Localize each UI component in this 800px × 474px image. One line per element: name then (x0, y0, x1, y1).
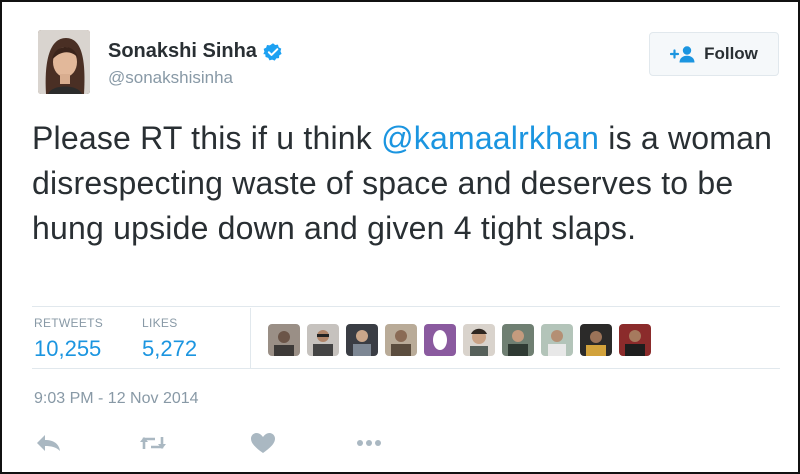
tweet-mention-link[interactable]: @kamaalrkhan (381, 120, 599, 156)
tweet-text: Please RT this if u think @kamaalrkhan i… (32, 116, 792, 251)
more-icon (357, 440, 381, 446)
liker-avatar[interactable] (385, 324, 417, 356)
likes-label: LIKES (142, 316, 178, 330)
liker-avatar[interactable] (307, 324, 339, 356)
tweet-text-start: Please RT this if u think (32, 120, 382, 156)
liker-avatar[interactable] (502, 324, 534, 356)
liker-avatar[interactable] (580, 324, 612, 356)
retweets-stat[interactable]: RETWEETS 10,255 (34, 316, 103, 362)
liker-avatar[interactable] (424, 324, 456, 356)
like-button[interactable] (248, 432, 278, 454)
follow-user-icon (670, 46, 695, 63)
user-display-name[interactable]: Sonakshi Sinha (108, 40, 257, 63)
liker-avatar[interactable] (541, 324, 573, 356)
liker-avatar[interactable] (619, 324, 651, 356)
user-avatar[interactable] (38, 30, 90, 94)
reply-button[interactable] (34, 432, 64, 454)
follow-button-label: Follow (704, 44, 758, 63)
tweet-card: Sonakshi Sinha @sonakshisinha Follow Ple… (0, 0, 800, 474)
like-icon (251, 433, 275, 453)
user-handle[interactable]: @sonakshisinha (108, 68, 233, 88)
retweets-label: RETWEETS (34, 316, 104, 330)
likes-stat[interactable]: LIKES 5,272 (142, 316, 197, 362)
likes-count[interactable]: 5,272 (142, 336, 197, 362)
liker-avatar[interactable] (463, 324, 495, 356)
reply-icon (37, 435, 60, 451)
tweet-timestamp[interactable]: 9:03 PM - 12 Nov 2014 (34, 390, 199, 408)
retweet-icon (140, 437, 166, 449)
liker-avatars (268, 324, 651, 356)
stats-separator (250, 308, 251, 368)
stats-bottom-divider (32, 368, 780, 369)
more-button[interactable] (354, 432, 384, 454)
liker-avatar[interactable] (346, 324, 378, 356)
name-row: Sonakshi Sinha (108, 40, 283, 63)
retweets-count[interactable]: 10,255 (34, 336, 103, 362)
stats-top-divider (32, 306, 780, 307)
verified-icon (263, 42, 282, 61)
follow-button[interactable]: Follow (649, 32, 779, 76)
liker-avatar[interactable] (268, 324, 300, 356)
retweet-button[interactable] (138, 432, 168, 454)
